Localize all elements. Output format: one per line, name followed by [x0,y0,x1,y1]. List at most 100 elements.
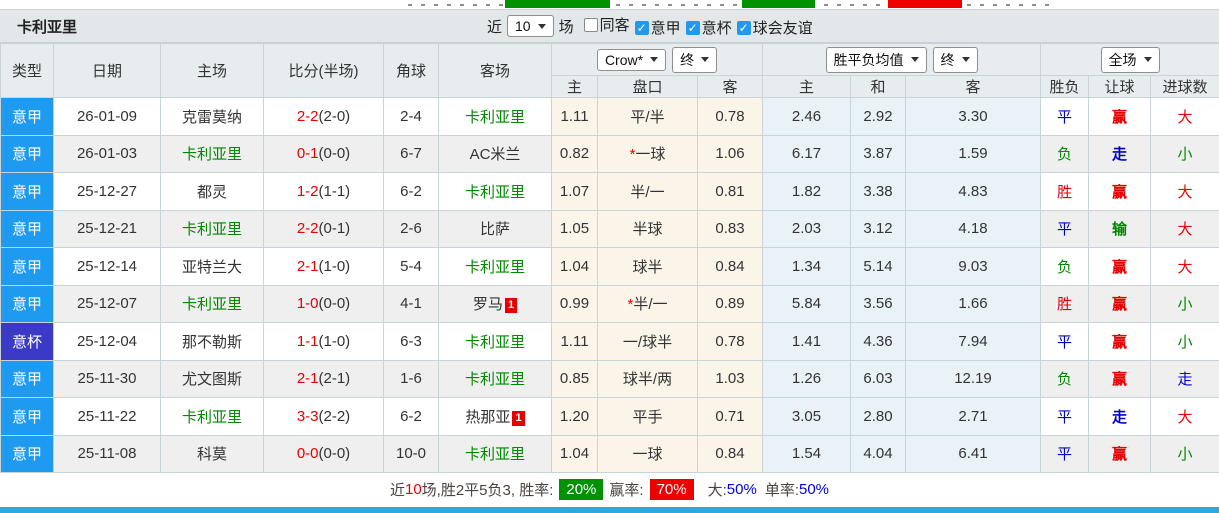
away-team-name: 卡利亚里 [464,258,525,276]
odd-rate: 50% [798,480,830,498]
checkbox[interactable]: ✓ [685,20,700,35]
half-time-score: (0-0) [318,295,351,313]
cell-corners: 6-7 [383,134,439,173]
cell-avg-draw: 3.38 [850,172,906,211]
table-row: 意甲 26-01-03 卡利亚里 0-1(0-0) 6-7 AC米兰 0.82 *一球 1.06… [0,134,1219,173]
table-row: 意甲 25-12-07 卡利亚里 1-0(0-0) 4-1 罗马 1 0.99 *半/一 0.89… [0,284,1219,323]
cell-corners: 6-2 [383,172,439,211]
title-bar: 卡利亚里 近 10 场 同客 ✓ 意甲 ✓ 意杯 ✓ 球会友谊 [0,9,1219,43]
sub-header-handicap: 盘口 [597,75,698,98]
col-header-home: 主场 [160,43,264,98]
cell-odds-home: 1.11 [551,322,598,361]
cell-odds-away: 0.84 [697,247,763,286]
sub-header-odds-home: 主 [551,75,598,98]
cell-handicap: 半球 [597,209,698,248]
cell-date: 25-12-07 [53,284,161,323]
cell-date: 25-11-30 [53,359,161,398]
sub-header-handicap-result: 让球 [1088,75,1151,98]
cell-home-team: 卡利亚里 [160,134,264,173]
cell-away-team: 卡利亚里 [438,359,552,398]
cell-avg-lose: 1.59 [905,134,1041,173]
cell-avg-win: 2.03 [762,209,851,248]
chevron-down-icon [1143,57,1152,62]
cell-avg-draw: 2.80 [850,397,906,436]
table-row: 意甲 25-11-30 尤文图斯 2-1(2-1) 1-6 卡利亚里 0.85 球半/两 1.0… [0,359,1219,398]
away-team-name: 卡利亚里 [464,183,525,201]
cell-date: 25-12-14 [53,247,161,286]
odds-company-select[interactable]: Crow* [596,48,667,71]
away-team-name: 比萨 [479,221,510,239]
handicap-rate-label: 赢率: [609,481,644,499]
avg-state-select[interactable]: 终 [932,46,978,73]
cell-odds-away: 0.84 [697,434,763,473]
cell-home-team: 那不勒斯 [160,322,264,361]
cell-score: 1-2(1-1) [263,172,384,211]
team-match-history-panel: 卡利亚里 近 10 场 同客 ✓ 意甲 ✓ 意杯 ✓ 球会友谊 类型 日期 主场 比分(半场… [0,0,1219,513]
cell-avg-lose: 1.66 [905,284,1041,323]
cell-date: 25-12-27 [53,172,161,211]
cell-handicap-result: 赢 [1088,322,1151,361]
half-time-score: (0-1) [318,220,351,238]
cell-result: 平 [1040,322,1089,361]
cell-date: 25-12-21 [53,209,161,248]
checkbox[interactable]: ✓ [736,20,751,35]
away-team-name: 热那亚 [465,408,511,426]
cell-odds-home: 0.99 [551,284,598,323]
filter-group: 同客 ✓ 意甲 ✓ 意杯 ✓ 球会友谊 [579,14,813,38]
cell-handicap-result: 输 [1088,209,1151,248]
avg-type-select[interactable]: 胜平负均值 [825,46,927,73]
filter-label: 同客 [599,17,630,34]
page-title: 卡利亚里 [17,18,78,36]
cell-avg-win: 1.26 [762,359,851,398]
filter-label: 球会友谊 [752,20,813,37]
chevron-down-icon [910,57,919,62]
home-team-name: 亚特兰大 [181,258,242,276]
cell-handicap: 一球 [597,434,698,473]
cell-home-team: 都灵 [160,172,264,211]
summary-record: 场,胜2平5负3, 胜率: [421,481,554,499]
chevron-down-icon [701,57,710,62]
matches-label: 场 [558,18,574,36]
checkbox[interactable]: ✓ [634,20,649,35]
cell-odds-home: 1.04 [551,434,598,473]
cell-result: 平 [1040,97,1089,136]
handicap-rate-badge: 70% [649,478,694,500]
match-count-select[interactable]: 10 [507,15,554,37]
cell-odds-home: 1.07 [551,172,598,211]
odd-label: 单率: [764,481,799,499]
table-row: 意甲 26-01-09 克雷莫纳 2-2(2-0) 2-4 卡利亚里 1.11 平/半 0.78… [0,97,1219,136]
cell-avg-draw: 4.36 [850,322,906,361]
cell-goals: 大 [1150,97,1219,136]
cell-away-team: AC米兰 [438,134,552,173]
cell-goals: 小 [1150,284,1219,323]
cell-goals: 小 [1150,134,1219,173]
cell-corners: 10-0 [383,434,439,473]
match-count-value: 10 [515,18,531,34]
home-team-name: 那不勒斯 [181,333,242,351]
col-header-date: 日期 [53,43,161,98]
checkbox[interactable] [583,17,598,32]
full-time-score: 1-0 [296,295,319,313]
cell-date: 25-11-08 [53,434,161,473]
chevron-down-icon [537,23,546,29]
period-select[interactable]: 全场 [1100,46,1160,73]
cell-league: 意甲 [0,247,54,286]
cell-goals: 走 [1150,359,1219,398]
cell-odds-home: 1.04 [551,247,598,286]
result-group-header: 全场 [1040,43,1219,76]
cell-avg-lose: 4.83 [905,172,1041,211]
table-row: 意甲 25-12-21 卡利亚里 2-2(0-1) 2-6 比萨 1.05 半球 0.83 2.0… [0,209,1219,248]
cell-handicap: 半/一 [597,172,698,211]
cell-avg-win: 1.34 [762,247,851,286]
half-time-score: (2-2) [318,407,351,425]
cell-avg-lose: 7.94 [905,322,1041,361]
cell-odds-home: 0.82 [551,134,598,173]
cell-odds-away: 1.06 [697,134,763,173]
cell-away-team: 卡利亚里 [438,97,552,136]
filter-item: ✓ 球会友谊 [736,17,813,38]
cell-handicap-result: 赢 [1088,247,1151,286]
odds-state-select[interactable]: 终 [672,46,718,73]
cell-result: 负 [1040,134,1089,173]
cell-home-team: 亚特兰大 [160,247,264,286]
half-time-score: (1-1) [318,182,351,200]
